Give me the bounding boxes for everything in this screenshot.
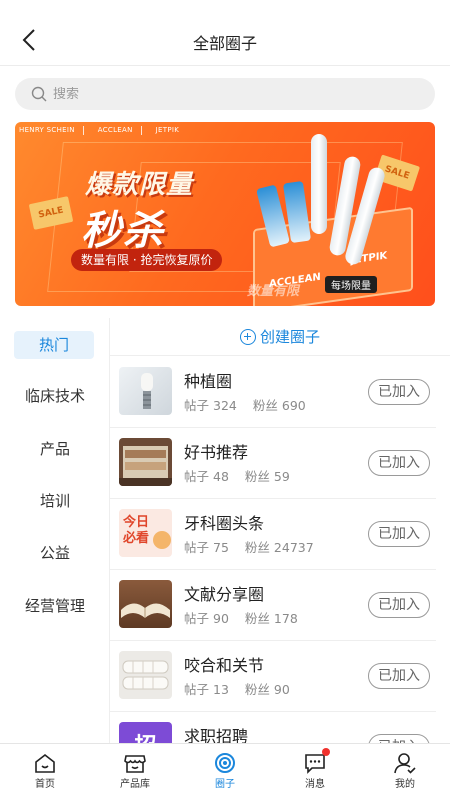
fans-label: 粉丝 [252,398,278,413]
circle-name: 好书推荐 [184,443,249,462]
fans-count: 690 [281,398,306,413]
tab-label: 产品库 [120,779,150,790]
tab-label: 消息 [305,779,325,790]
banner-main-text: 秒杀 [81,208,165,254]
home-icon [35,753,55,773]
brand-acclean: ACCLEAN [97,126,133,134]
fans-label: 粉丝 [244,469,270,484]
banner-headline: 爆款限量 [85,170,194,200]
posts-label: 帖子 [184,398,210,413]
brand-divider [82,125,84,135]
fans-count: 24737 [273,540,314,555]
category-item-product[interactable]: 产品 [0,435,110,463]
fans-label: 粉丝 [244,611,270,626]
brand-bar: HENRY SCHEIN ACCLEAN JETPIK [15,122,187,138]
posts-count: 90 [213,611,229,626]
posts-count: 48 [213,469,229,484]
circle-row[interactable]: 今日必看 牙科圈头条 帖子 75 粉丝 24737 已加入 [110,499,436,570]
plus-circle-icon [239,328,256,345]
circle-thumbnail: 招 [119,722,172,743]
posts-count: 13 [213,682,229,697]
circle-target-icon [215,753,235,773]
posts-label: 帖子 [184,611,210,626]
posts-label: 帖子 [184,682,210,697]
circle-name: 种植圈 [184,372,233,391]
tab-product-library[interactable]: 产品库 [90,744,180,800]
create-circle-button[interactable]: 创建圈子 [110,318,450,356]
tab-label: 首页 [35,779,55,790]
circle-thumbnail [119,438,172,486]
joined-button[interactable]: 已加入 [368,379,430,405]
search-input[interactable] [53,86,393,102]
unread-badge [322,748,330,756]
brand-henry-schein: HENRY SCHEIN [19,126,75,134]
circle-stats: 帖子 90 粉丝 178 [184,608,302,627]
tab-home[interactable]: 首页 [0,744,90,800]
fans-count: 178 [273,611,298,626]
brand-jetpik: JETPIK [155,126,180,134]
circle-row[interactable]: 文献分享圈 帖子 90 粉丝 178 已加入 [110,570,436,641]
water-flosser-image [311,134,327,234]
store-icon [124,755,146,773]
search-bar[interactable] [15,78,435,110]
category-item-clinical[interactable]: 临床技术 [0,382,110,410]
circle-name: 求职招聘 [184,727,249,743]
page-title: 全部圈子 [192,34,257,53]
joined-button[interactable]: 已加入 [368,663,430,689]
circle-stats: 帖子 13 粉丝 90 [184,679,294,698]
category-item-training[interactable]: 培训 [0,487,110,515]
limit-badge: 每场限量 [325,276,377,293]
circle-name: 咬合和关节 [184,656,265,675]
promo-banner[interactable]: HENRY SCHEIN ACCLEAN JETPIK SALE SALE 爆款… [15,122,435,306]
banner-subtitle: 数量有限 · 抢完恢复原价 [71,249,223,271]
tab-circles[interactable]: 圈子 [180,744,270,800]
search-icon [31,86,47,102]
category-item-hot[interactable]: 热门 [14,331,94,359]
category-item-management[interactable]: 经营管理 [0,592,110,620]
circle-name: 文献分享圈 [184,585,265,604]
circle-row[interactable]: 好书推荐 帖子 48 粉丝 59 已加入 [110,428,436,499]
joined-button[interactable]: 已加入 [368,521,430,547]
tab-messages[interactable]: 消息 [270,744,360,800]
circle-thumbnail [119,367,172,415]
bottom-tab-bar: 首页 产品库 圈子 消息 我的 [0,743,450,800]
joined-button[interactable]: 已加入 [368,450,430,476]
circle-row[interactable]: 咬合和关节 帖子 13 粉丝 90 已加入 [110,641,436,712]
circle-stats: 帖子 48 粉丝 59 [184,466,294,485]
category-menu: 热门 临床技术 产品 培训 公益 经营管理 [0,318,110,744]
circle-row[interactable]: 招 求职招聘 已加入 [110,712,436,743]
tab-label: 我的 [395,779,415,790]
circle-thumbnail: 今日必看 [119,509,172,557]
tab-profile[interactable]: 我的 [360,744,450,800]
limit-stamp-text: 数量有限 [247,284,300,299]
profile-icon [394,753,416,774]
category-item-charity[interactable]: 公益 [0,539,110,567]
fans-label: 粉丝 [244,540,270,555]
circle-row[interactable]: 种植圈 帖子 324 粉丝 690 已加入 [110,357,436,428]
fans-count: 59 [273,469,290,484]
joined-button[interactable]: 已加入 [368,734,430,743]
posts-label: 帖子 [184,540,210,555]
joined-button[interactable]: 已加入 [368,592,430,618]
circle-stats: 帖子 324 粉丝 690 [184,395,310,414]
fans-label: 粉丝 [244,682,270,697]
create-circle-label: 创建圈子 [259,328,320,346]
posts-count: 75 [213,540,229,555]
fans-count: 90 [273,682,290,697]
top-nav-bar: 全部圈子 [0,0,450,66]
thumbnail-text: 招 [119,728,172,743]
posts-label: 帖子 [184,469,210,484]
posts-count: 324 [213,398,237,413]
circle-thumbnail [119,651,172,699]
circle-thumbnail [119,580,172,628]
tab-label: 圈子 [215,779,235,790]
circle-stats: 帖子 75 粉丝 24737 [184,537,318,556]
brand-divider [140,125,142,135]
circle-name: 牙科圈头条 [184,514,265,533]
